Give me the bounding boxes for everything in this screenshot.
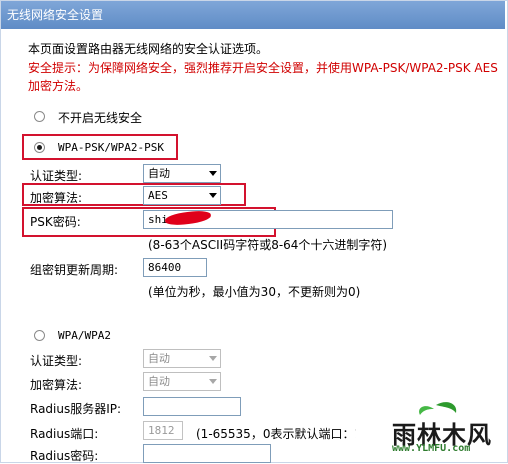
ent-encryption-select[interactable]: 自动	[143, 372, 221, 391]
rekey-label: 组密钥更新周期:	[30, 263, 119, 277]
watermark-url: www.YLMFU.com	[392, 443, 471, 454]
ent-encryption-label: 加密算法:	[30, 378, 83, 392]
disable-security-radio[interactable]	[34, 111, 45, 122]
ent-encryption-value: 自动	[148, 375, 170, 388]
ent-auth-type-select[interactable]: 自动	[143, 349, 221, 368]
chevron-down-icon	[209, 171, 217, 176]
radius-ip-label: Radius服务器IP:	[30, 402, 122, 416]
radius-password-label: Radius密码:	[30, 449, 99, 463]
wpa-psk-label: WPA-PSK/WPA2-PSK	[58, 141, 164, 154]
radius-password-input[interactable]	[143, 444, 271, 463]
rekey-hint: (单位为秒，最小值为30，不更新则为0)	[148, 285, 361, 299]
security-tip-line2: 加密方法。	[28, 79, 89, 93]
radius-port-hint: (1-65535，0表示默认端口：18	[196, 427, 356, 441]
encryption-label: 加密算法:	[30, 191, 83, 205]
watermark: 雨林木风 www.YLMFU.com	[386, 399, 504, 459]
radius-ip-input[interactable]	[143, 397, 241, 416]
radius-port-label: Radius端口:	[30, 427, 99, 441]
chevron-down-icon	[209, 356, 217, 361]
rekey-interval-input[interactable]: 86400	[143, 258, 207, 277]
rekey-interval-value: 86400	[148, 261, 182, 274]
encryption-select[interactable]: AES	[143, 186, 221, 205]
auth-type-value: 自动	[148, 167, 170, 180]
chevron-down-icon	[209, 379, 217, 384]
disable-security-label: 不开启无线安全	[58, 111, 143, 125]
wpa-enterprise-label: WPA/WPA2	[58, 329, 111, 342]
ent-auth-type-label: 认证类型:	[30, 354, 83, 368]
window-title: 无线网络安全设置	[1, 1, 505, 29]
chevron-down-icon	[209, 193, 217, 198]
auth-type-label: 认证类型:	[30, 169, 83, 183]
radius-port-value: 1812	[148, 424, 175, 437]
psk-label: PSK密码:	[30, 215, 81, 229]
page-description: 本页面设置路由器无线网络的安全认证选项。	[28, 42, 269, 56]
auth-type-select[interactable]: 自动	[143, 164, 221, 183]
wpa-enterprise-radio[interactable]	[34, 330, 45, 341]
wpa-psk-radio[interactable]	[34, 142, 45, 153]
encryption-value: AES	[148, 189, 168, 202]
psk-hint: (8-63个ASCII码字符或8-64个十六进制字符)	[148, 238, 388, 252]
radius-port-input[interactable]: 1812	[143, 421, 183, 440]
ent-auth-type-value: 自动	[148, 352, 170, 365]
security-tip-line1: 安全提示：为保障网络安全，强烈推荐开启安全设置，并使用WPA-PSK/WPA2-…	[28, 61, 498, 75]
